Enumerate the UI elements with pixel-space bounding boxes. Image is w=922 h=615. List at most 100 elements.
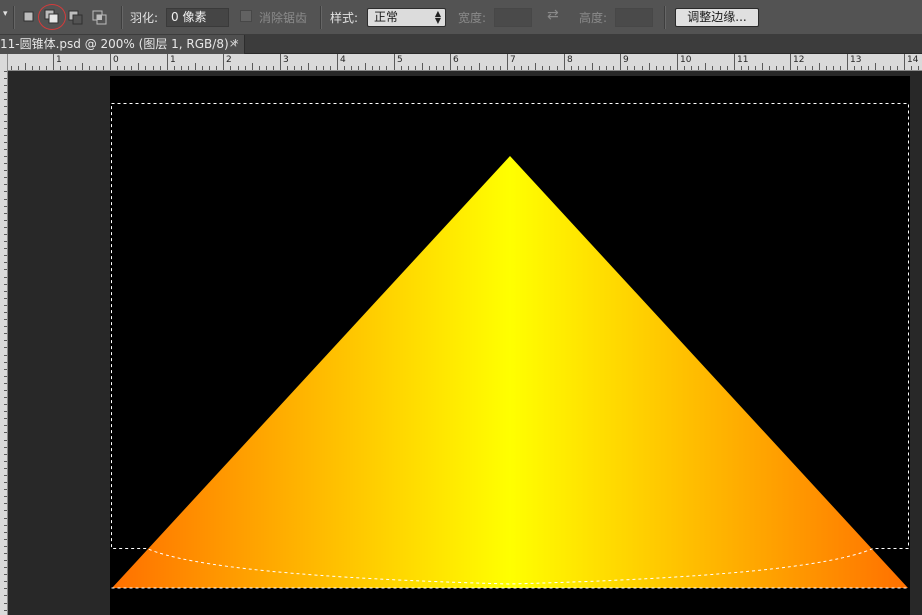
ruler-tick [4, 390, 7, 391]
refine-edge-button[interactable]: 调整边缘... [675, 8, 759, 27]
ruler-label: 1 [170, 55, 176, 65]
vertical-ruler[interactable] [0, 71, 8, 615]
ruler-tick [4, 525, 7, 526]
ruler-tick [238, 66, 239, 70]
ruler-tick [528, 66, 529, 70]
separator [13, 6, 15, 29]
ruler-tick [514, 66, 515, 70]
ruler-tick [415, 66, 416, 70]
ruler-tick [110, 54, 111, 70]
intersect-selection-button[interactable] [90, 7, 110, 27]
ruler-tick [174, 66, 175, 70]
ruler-tick [549, 66, 550, 70]
ruler-tick [457, 66, 458, 70]
ruler-tick [160, 66, 161, 70]
ruler-tick [734, 54, 735, 70]
ruler-tick [479, 63, 480, 70]
document-tab[interactable]: 11-圆锥体.psd @ 200% (图层 1, RGB/8) * × [0, 35, 245, 54]
ruler-tick [4, 199, 7, 200]
ruler-tick [4, 277, 7, 278]
ruler-tick [4, 234, 7, 235]
add-to-selection-button[interactable] [38, 4, 66, 30]
ruler-tick [4, 595, 7, 596]
ruler-tick [379, 66, 380, 70]
ruler-tick [897, 66, 898, 70]
antialias-checkbox[interactable] [240, 10, 252, 22]
feather-input[interactable]: 0 像素 [166, 8, 229, 27]
ruler-tick [145, 66, 146, 70]
style-label: 样式: [330, 11, 359, 25]
ruler-tick [4, 418, 7, 419]
ruler-tick [4, 610, 7, 611]
select-arrows-icon: ▲ ▼ [434, 9, 441, 25]
horizontal-ruler[interactable]: 1 0 1 2 3 4 5 6 7 8 9 10 11 12 13 14 [8, 54, 922, 71]
ruler-tick [372, 66, 373, 70]
tool-preset-dropdown-arrow-icon[interactable]: ▾ [3, 9, 8, 19]
ruler-tick [394, 54, 395, 70]
ruler-tick [259, 66, 260, 70]
ruler-tick [316, 66, 317, 70]
ruler-tick [323, 66, 324, 70]
ruler-tick [89, 66, 90, 70]
ruler-tick [4, 78, 7, 79]
ruler-tick [365, 63, 366, 70]
ruler-tick [712, 66, 713, 70]
ruler-tick [4, 92, 7, 93]
new-selection-button[interactable] [20, 7, 40, 27]
ruler-tick [195, 63, 196, 70]
ruler-tick [627, 66, 628, 70]
ruler-tick [592, 63, 593, 70]
ruler-tick [613, 66, 614, 70]
document-tab-bar: 11-圆锥体.psd @ 200% (图层 1, RGB/8) * × [0, 35, 922, 54]
ruler-tick [4, 114, 7, 115]
ruler-tick [911, 66, 912, 70]
ruler-tick [4, 518, 7, 519]
close-icon[interactable]: × [229, 35, 238, 53]
ruler-tick [762, 63, 763, 70]
ruler-tick [32, 66, 33, 70]
ruler-tick [854, 66, 855, 70]
ruler-tick [4, 99, 7, 100]
ruler-tick [500, 66, 501, 70]
ruler-tick [4, 142, 7, 143]
ruler-tick [4, 369, 7, 370]
ruler-label: 12 [793, 55, 805, 65]
ruler-tick [471, 66, 472, 70]
artwork [111, 103, 909, 589]
style-select[interactable]: 正常 ▲ ▼ [367, 8, 446, 27]
ruler-tick [4, 163, 7, 164]
ruler-tick [4, 588, 7, 589]
ruler-tick [4, 383, 7, 384]
ruler-label: 10 [680, 55, 692, 65]
ruler-tick [783, 66, 784, 70]
ruler-tick [542, 66, 543, 70]
ruler-origin[interactable] [0, 54, 8, 71]
new-selection-icon [23, 11, 34, 22]
ruler-tick [330, 66, 331, 70]
ruler-tick [103, 66, 104, 70]
ruler-tick [720, 66, 721, 70]
ruler-tick [4, 503, 7, 504]
ruler-tick [642, 66, 643, 70]
ruler-tick [53, 54, 54, 70]
ruler-tick [840, 66, 841, 70]
ruler-tick [344, 66, 345, 70]
ruler-tick [39, 66, 40, 70]
ruler-tick [4, 539, 7, 540]
ruler-tick [663, 66, 664, 70]
ruler-tick [4, 319, 7, 320]
document-tab-title: 11-圆锥体.psd @ 200% (图层 1, RGB/8) * [0, 37, 239, 51]
subtract-from-selection-button[interactable] [66, 7, 86, 27]
ruler-tick [443, 66, 444, 70]
ruler-tick [301, 66, 302, 70]
document-canvas[interactable] [110, 76, 910, 615]
ruler-tick [797, 66, 798, 70]
ruler-tick [287, 66, 288, 70]
ruler-tick [4, 362, 7, 363]
ruler-tick [181, 66, 182, 70]
separator [664, 6, 666, 29]
ruler-tick [4, 177, 7, 178]
subtract-from-selection-icon [68, 10, 83, 25]
ruler-label: 7 [510, 55, 516, 65]
ruler-tick [819, 63, 820, 70]
